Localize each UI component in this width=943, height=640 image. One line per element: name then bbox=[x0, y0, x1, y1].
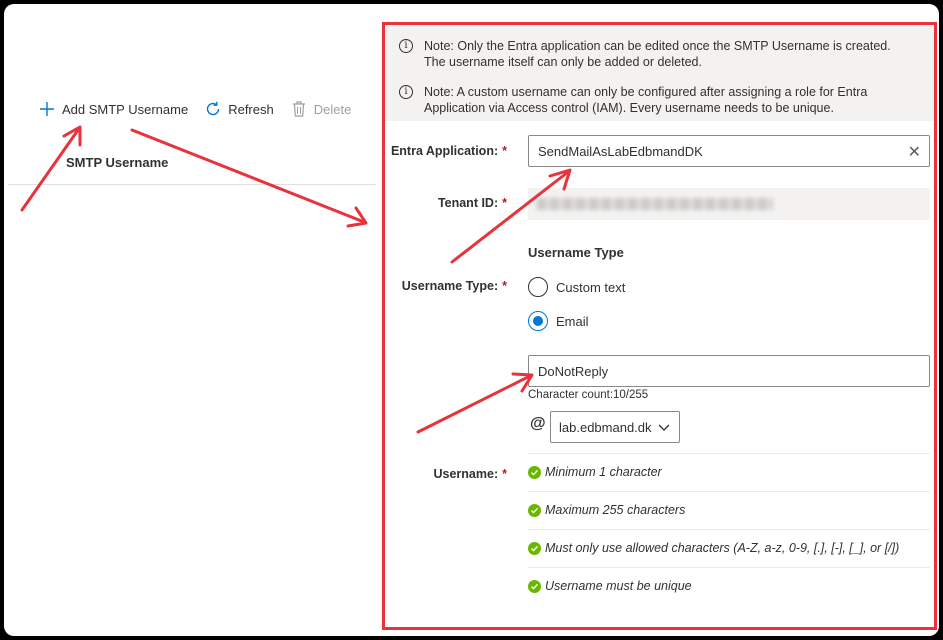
refresh-label: Refresh bbox=[228, 101, 274, 117]
username-type-label: Username Type: * bbox=[401, 279, 507, 293]
rule-divider bbox=[528, 491, 930, 492]
delete-label: Delete bbox=[313, 101, 352, 117]
add-smtp-username-label: Add SMTP Username bbox=[62, 101, 189, 117]
username-input[interactable]: DoNotReply bbox=[528, 355, 930, 387]
column-header-smtp-username[interactable]: SMTP Username bbox=[66, 155, 168, 170]
validation-rule: Minimum 1 character bbox=[528, 465, 930, 479]
command-bar: Add SMTP Username Refresh Delete bbox=[38, 98, 367, 120]
rule-divider bbox=[528, 567, 930, 568]
note-2: i Note: A custom username can only be co… bbox=[399, 84, 867, 116]
check-icon bbox=[528, 503, 541, 517]
tenant-id-redacted bbox=[537, 198, 773, 210]
note-2-line-1: Note: A custom username can only be conf… bbox=[424, 85, 868, 99]
tenant-id-label: Tenant ID: * bbox=[437, 196, 507, 210]
plus-icon bbox=[38, 100, 56, 118]
check-icon bbox=[528, 465, 541, 479]
radio-custom-text[interactable]: Custom text bbox=[528, 277, 625, 297]
radio-email-label: Email bbox=[556, 313, 589, 329]
username-label: Username: * bbox=[433, 467, 508, 481]
delete-button[interactable]: Delete bbox=[290, 100, 352, 118]
add-username-panel: i Note: Only the Entra application can b… bbox=[382, 22, 937, 630]
entra-application-label: Entra Application: * bbox=[390, 144, 507, 158]
check-icon bbox=[528, 579, 541, 593]
note-1-line-2: The username itself can only be added or… bbox=[424, 55, 702, 69]
arrow-head bbox=[346, 206, 368, 228]
arrow-to-panel bbox=[130, 128, 366, 224]
domain-value: lab.edbmand.dk bbox=[559, 419, 652, 435]
radio-email[interactable]: Email bbox=[528, 311, 589, 331]
info-icon: i bbox=[399, 39, 413, 53]
note-1-line-1: Note: Only the Entra application can be … bbox=[424, 39, 891, 53]
rule-divider bbox=[528, 529, 930, 530]
note-2-line-2: Application via Access control (IAM). Ev… bbox=[424, 101, 834, 115]
clear-icon[interactable]: ✕ bbox=[908, 142, 921, 162]
entra-application-value: SendMailAsLabEdbmandDK bbox=[538, 143, 703, 159]
add-smtp-username-button[interactable]: Add SMTP Username bbox=[38, 100, 188, 118]
validation-rule: Username must be unique bbox=[528, 579, 930, 593]
radio-circle[interactable] bbox=[528, 277, 548, 297]
username-value: DoNotReply bbox=[538, 363, 609, 379]
at-symbol: @ bbox=[530, 415, 546, 432]
arrow-to-add-button bbox=[20, 128, 80, 212]
refresh-button[interactable]: Refresh bbox=[204, 100, 274, 118]
validation-rule: Maximum 255 characters bbox=[528, 503, 930, 517]
radio-circle-selected[interactable] bbox=[528, 311, 548, 331]
required-marker: * bbox=[502, 196, 507, 210]
radio-custom-text-label: Custom text bbox=[556, 279, 626, 295]
entra-application-field[interactable]: SendMailAsLabEdbmandDK ✕ bbox=[528, 135, 930, 167]
window: Add SMTP Username Refresh Delete SMTP Us… bbox=[4, 4, 939, 636]
refresh-icon bbox=[204, 100, 222, 118]
note-1: i Note: Only the Entra application can b… bbox=[399, 38, 891, 70]
username-type-heading: Username Type bbox=[528, 245, 624, 260]
tenant-id-field bbox=[528, 188, 930, 220]
header-divider bbox=[8, 184, 376, 185]
notes-area: i Note: Only the Entra application can b… bbox=[385, 25, 934, 121]
trash-icon bbox=[290, 100, 308, 118]
arrow-head bbox=[62, 125, 82, 147]
required-marker: * bbox=[502, 144, 507, 158]
info-icon: i bbox=[399, 85, 413, 99]
check-icon bbox=[528, 541, 541, 555]
domain-dropdown[interactable]: lab.edbmand.dk bbox=[550, 411, 680, 443]
chevron-down-icon bbox=[657, 420, 671, 437]
rule-divider bbox=[528, 453, 930, 454]
required-marker: * bbox=[502, 279, 507, 293]
validation-rule: Must only use allowed characters (A-Z, a… bbox=[528, 541, 930, 555]
character-count: Character count:10/255 bbox=[528, 389, 649, 401]
required-marker: * bbox=[502, 467, 507, 481]
